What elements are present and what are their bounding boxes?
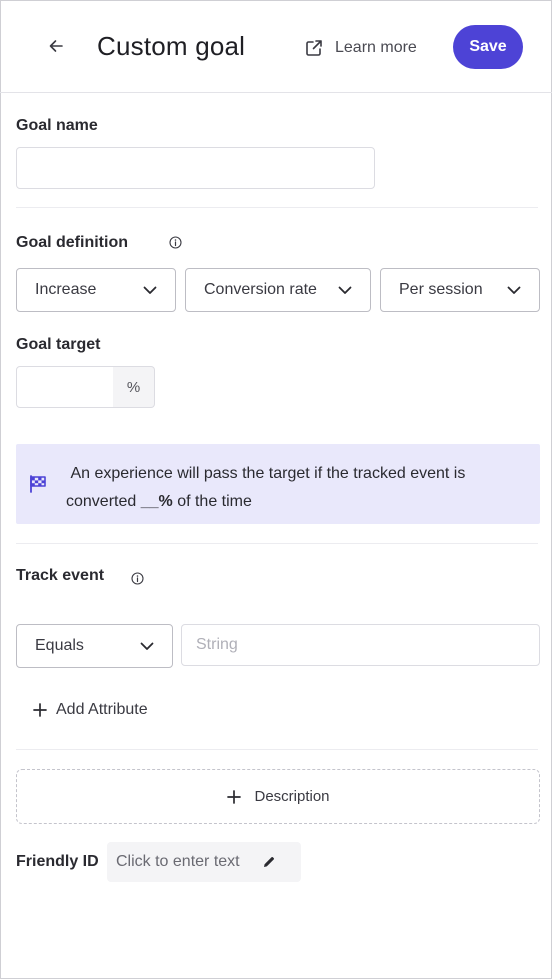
save-button[interactable]: Save — [453, 25, 523, 69]
description-label: Description — [254, 788, 330, 805]
add-attribute-label: Add Attribute — [56, 701, 148, 718]
banner-highlight: __% — [140, 493, 173, 510]
goal-target-input[interactable] — [16, 366, 114, 408]
info-icon[interactable] — [169, 236, 182, 249]
learn-more-link[interactable]: Learn more — [305, 36, 417, 60]
chevron-down-icon — [143, 286, 157, 294]
back-button[interactable] — [40, 30, 72, 62]
friendly-id-label: Friendly ID — [16, 853, 99, 870]
plus-icon — [33, 703, 47, 717]
arrow-left-icon — [49, 40, 63, 52]
info-icon[interactable] — [131, 572, 144, 585]
add-description-button[interactable]: Description — [16, 769, 540, 824]
banner-text-end: of the time — [172, 493, 252, 510]
external-link-icon — [306, 40, 322, 56]
chevron-down-icon — [140, 642, 154, 650]
goal-name-label: Goal name — [16, 117, 98, 134]
goal-metric-select[interactable]: Conversion rate — [185, 268, 371, 312]
plus-icon — [227, 789, 242, 804]
chevron-down-icon — [507, 286, 521, 294]
divider — [16, 749, 538, 750]
pencil-icon — [263, 857, 274, 867]
goal-metric-value: Conversion rate — [204, 281, 317, 298]
event-operator-value: Equals — [35, 637, 84, 654]
banner-text-start: An experience will pass the target if th… — [66, 465, 466, 510]
event-operator-select[interactable]: Equals — [16, 624, 173, 668]
friendly-id-field[interactable]: Click to enter text — [107, 842, 301, 882]
chevron-down-icon — [338, 286, 352, 294]
goal-scope-value: Per session — [399, 281, 483, 298]
goal-target-label: Goal target — [16, 336, 101, 353]
learn-more-label: Learn more — [335, 39, 417, 56]
percent-unit: % — [113, 366, 155, 408]
event-value-input[interactable] — [181, 624, 540, 666]
header: Custom goal Learn more Save — [0, 0, 552, 93]
friendly-id-placeholder: Click to enter text — [116, 853, 240, 870]
goal-name-input[interactable] — [16, 147, 375, 189]
page-title: Custom goal — [97, 31, 246, 61]
track-event-label: Track event — [16, 567, 105, 584]
flag-icon — [30, 475, 46, 493]
add-attribute-button[interactable]: Add Attribute — [32, 698, 148, 722]
goal-direction-value: Increase — [35, 281, 97, 298]
divider — [16, 207, 538, 208]
divider — [16, 543, 538, 544]
goal-scope-select[interactable]: Per session — [380, 268, 540, 312]
info-banner: An experience will pass the target if th… — [16, 444, 540, 524]
goal-direction-select[interactable]: Increase — [16, 268, 176, 312]
goal-definition-label: Goal definition — [16, 234, 128, 251]
banner-message: An experience will pass the target if th… — [66, 460, 506, 516]
